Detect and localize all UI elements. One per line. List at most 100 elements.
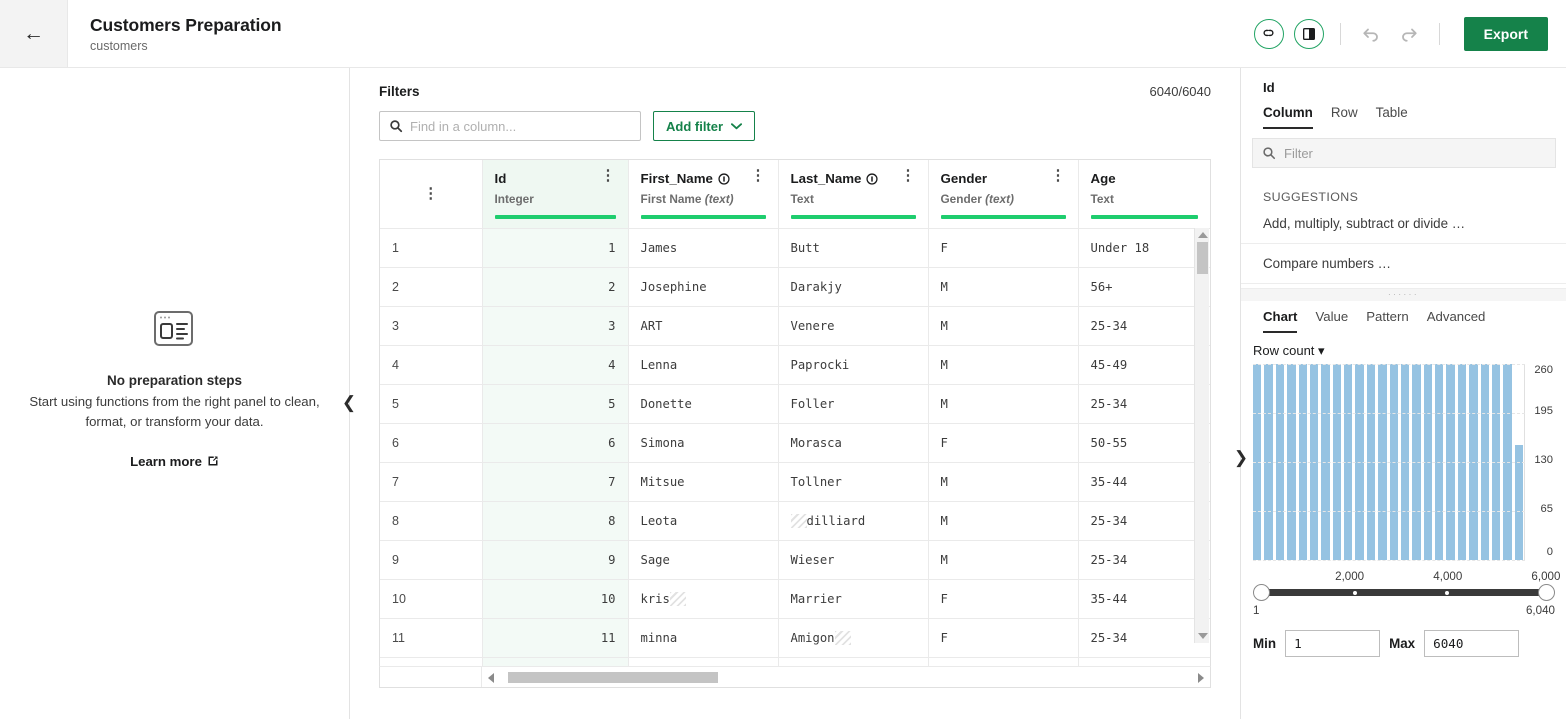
- tab-value[interactable]: Value: [1315, 309, 1348, 333]
- table-row[interactable]: 4 4 Lenna Paprocki M 45-49: [380, 345, 1210, 385]
- table-row[interactable]: 11 11 minna Amigon F 25-34: [380, 618, 1210, 658]
- cell-first-name[interactable]: ART: [628, 306, 779, 346]
- tab-pattern[interactable]: Pattern: [1366, 309, 1409, 333]
- table-row[interactable]: 6 6 Simona Morasca F 50-55: [380, 423, 1210, 463]
- learn-more-link[interactable]: Learn more: [130, 454, 219, 469]
- cell-first-name[interactable]: Simona: [628, 423, 779, 463]
- cell-first-name[interactable]: minna: [628, 618, 779, 658]
- row-index-cell[interactable]: 7: [380, 462, 483, 502]
- cell-first-name[interactable]: Sage: [628, 540, 779, 580]
- cell-last-name[interactable]: Maclead: [778, 657, 929, 666]
- cell-age[interactable]: 45-49: [1078, 345, 1210, 385]
- cell-gender[interactable]: M: [928, 657, 1079, 666]
- scroll-down-icon[interactable]: [1198, 633, 1208, 639]
- suggestion-item[interactable]: Compare numbers …: [1241, 244, 1566, 284]
- cell-age[interactable]: 35-44: [1078, 462, 1210, 502]
- table-row[interactable]: 2 2 Josephine Darakjy M 56+: [380, 267, 1210, 307]
- cell-gender[interactable]: M: [928, 501, 1079, 541]
- row-index-cell[interactable]: 3: [380, 306, 483, 346]
- horizontal-scroll-thumb[interactable]: [508, 672, 718, 683]
- cell-first-name[interactable]: Josephine: [628, 267, 779, 307]
- cell-last-name[interactable]: Amigon: [778, 618, 929, 658]
- cell-age[interactable]: 35-44: [1078, 579, 1210, 619]
- search-input[interactable]: [410, 118, 631, 134]
- table-row[interactable]: 9 9 Sage Wieser M 25-34: [380, 540, 1210, 580]
- scroll-left-icon[interactable]: [488, 673, 494, 683]
- column-header-id[interactable]: Id ⋮ Integer: [482, 160, 629, 229]
- row-index-cell[interactable]: 1: [380, 228, 483, 268]
- distribution-histogram[interactable]: 0 65 130 195 260: [1253, 364, 1555, 561]
- cell-gender[interactable]: M: [928, 306, 1079, 346]
- cell-age[interactable]: 25-34: [1078, 618, 1210, 658]
- cell-id[interactable]: 5: [482, 384, 629, 424]
- cell-last-name[interactable]: Darakjy: [778, 267, 929, 307]
- cell-first-name[interactable]: James: [628, 228, 779, 268]
- table-row[interactable]: 3 3 ART Venere M 25-34: [380, 306, 1210, 346]
- hscroll-track[interactable]: [482, 667, 1210, 687]
- table-row[interactable]: 7 7 Mitsue Tollner M 35-44: [380, 462, 1210, 502]
- cell-age[interactable]: 25-34: [1078, 540, 1210, 580]
- cell-id[interactable]: 6: [482, 423, 629, 463]
- tab-column[interactable]: Column: [1263, 105, 1313, 129]
- cell-gender[interactable]: M: [928, 267, 1079, 307]
- function-filter-box[interactable]: [1252, 138, 1556, 168]
- row-index-cell[interactable]: 5: [380, 384, 483, 424]
- cell-last-name[interactable]: Venere: [778, 306, 929, 346]
- table-row[interactable]: 10 10 kris Marrier F 35-44: [380, 579, 1210, 619]
- scroll-up-icon[interactable]: [1198, 232, 1208, 238]
- row-index-cell[interactable]: 12: [380, 657, 483, 666]
- column-header-age[interactable]: Age Text: [1078, 160, 1210, 229]
- cell-last-name[interactable]: dilliard: [778, 501, 929, 541]
- row-index-cell[interactable]: 8: [380, 501, 483, 541]
- cell-last-name[interactable]: Paprocki: [778, 345, 929, 385]
- cell-gender[interactable]: F: [928, 618, 1079, 658]
- cell-age[interactable]: 50-55: [1078, 423, 1210, 463]
- cell-id[interactable]: 3: [482, 306, 629, 346]
- back-button[interactable]: ←: [0, 0, 68, 67]
- row-index-cell[interactable]: 9: [380, 540, 483, 580]
- row-index-cell[interactable]: 4: [380, 345, 483, 385]
- tab-advanced[interactable]: Advanced: [1427, 309, 1486, 333]
- column-menu-icon[interactable]: ⋮: [751, 168, 766, 183]
- cell-id[interactable]: 1: [482, 228, 629, 268]
- cell-last-name[interactable]: Foller: [778, 384, 929, 424]
- cell-last-name[interactable]: Butt: [778, 228, 929, 268]
- cell-age[interactable]: Under 18: [1078, 228, 1210, 268]
- cell-id[interactable]: 10: [482, 579, 629, 619]
- cell-id[interactable]: 2: [482, 267, 629, 307]
- cell-age[interactable]: 56+: [1078, 267, 1210, 307]
- cell-first-name[interactable]: Lenna: [628, 345, 779, 385]
- range-slider[interactable]: 2,000 4,000 6,000 1 6,040: [1253, 570, 1560, 620]
- cell-age[interactable]: 25-34: [1078, 501, 1210, 541]
- column-header-last-name[interactable]: Last_Name ⋮ Text: [778, 160, 929, 229]
- cell-id[interactable]: 9: [482, 540, 629, 580]
- cell-last-name[interactable]: Tollner: [778, 462, 929, 502]
- function-filter-input[interactable]: [1284, 145, 1546, 161]
- slider-max-handle[interactable]: [1538, 584, 1555, 601]
- cell-first-name[interactable]: Mitsue: [628, 462, 779, 502]
- min-input[interactable]: [1285, 630, 1381, 657]
- aggregation-selector[interactable]: Row count ▾: [1241, 333, 1566, 364]
- row-index-cell[interactable]: 11: [380, 618, 483, 658]
- cell-first-name[interactable]: Leota: [628, 501, 779, 541]
- cell-last-name[interactable]: Morasca: [778, 423, 929, 463]
- table-vertical-scrollbar[interactable]: [1194, 228, 1209, 643]
- table-row[interactable]: 5 5 Donette Foller M 25-34: [380, 384, 1210, 424]
- cell-id[interactable]: 8: [482, 501, 629, 541]
- table-horizontal-scrollbar[interactable]: [379, 666, 1211, 688]
- suggestion-item[interactable]: Add, multiply, subtract or divide …: [1241, 204, 1566, 244]
- collapse-left-panel-button[interactable]: ❮: [338, 388, 360, 418]
- cell-age[interactable]: 25-34: [1078, 384, 1210, 424]
- cell-id[interactable]: 4: [482, 345, 629, 385]
- row-index-cell[interactable]: 2: [380, 267, 483, 307]
- row-menu-header[interactable]: ⋮: [380, 160, 483, 229]
- cell-last-name[interactable]: Wieser: [778, 540, 929, 580]
- row-index-cell[interactable]: 10: [380, 579, 483, 619]
- row-index-cell[interactable]: 6: [380, 423, 483, 463]
- slider-min-handle[interactable]: [1253, 584, 1270, 601]
- export-button[interactable]: Export: [1463, 16, 1548, 51]
- table-row[interactable]: 1212AbelMacleadM25-34: [380, 657, 1210, 666]
- column-menu-icon[interactable]: ⋮: [1051, 168, 1066, 183]
- column-header-first-name[interactable]: First_Name ⋮ First Name (text): [628, 160, 779, 229]
- add-filter-button[interactable]: Add filter: [653, 111, 756, 141]
